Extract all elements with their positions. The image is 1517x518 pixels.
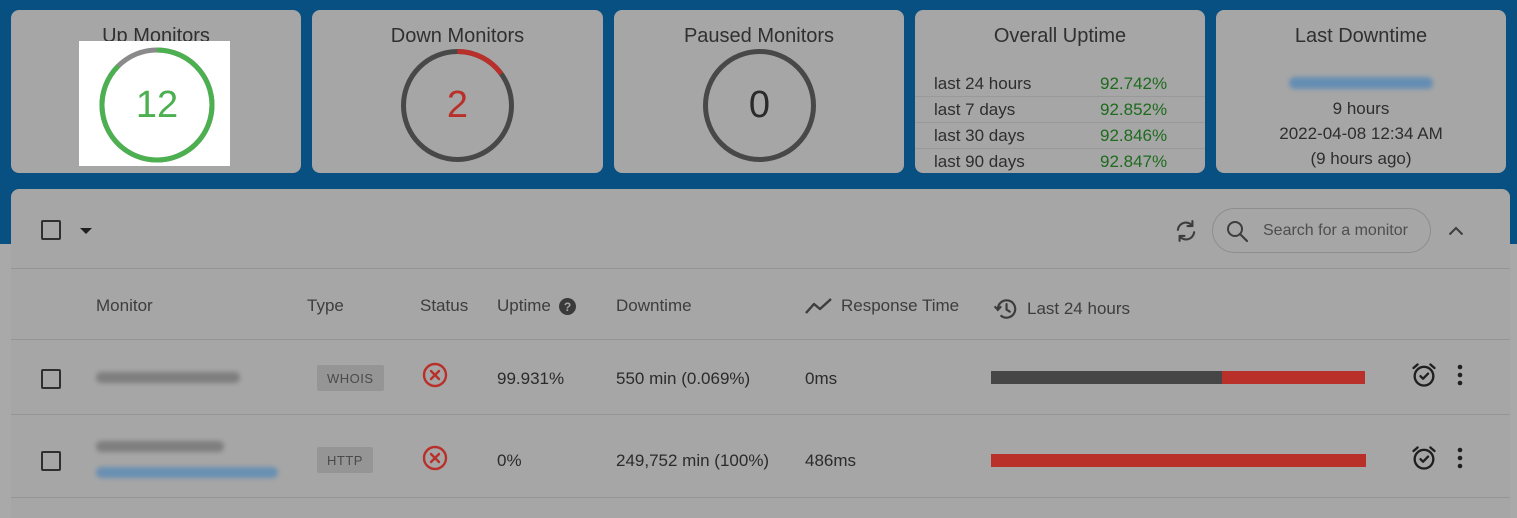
down-monitors-gauge: 2 (400, 48, 515, 163)
uptime-period-label: last 30 days (934, 125, 1025, 145)
uptime-period-label: last 7 days (934, 99, 1016, 119)
caret-down-icon[interactable] (79, 227, 93, 235)
row-checkbox[interactable] (41, 369, 61, 389)
downtime-value: 249,752 min (100%) (616, 451, 770, 470)
uptime-row: last 7 days 92.852% (915, 97, 1205, 123)
more-options-icon[interactable] (1456, 447, 1464, 469)
up-monitors-count: 12 (135, 84, 179, 126)
chevron-up-icon[interactable] (1448, 226, 1464, 236)
column-header-monitor[interactable]: Monitor (96, 296, 153, 316)
last-downtime-title: Last Downtime (1294, 25, 1428, 47)
uptime-value: 99.931% (497, 369, 565, 388)
column-header-status[interactable]: Status (420, 296, 468, 316)
column-header-response-time[interactable]: Response Time (805, 296, 959, 316)
uptime-period-value: 92.846% (1100, 125, 1168, 145)
more-options-icon[interactable] (1456, 364, 1464, 386)
trend-line-icon (805, 298, 832, 314)
uptime-period-value: 92.742% (1100, 73, 1168, 93)
monitor-type-badge: WHOIS (317, 365, 384, 391)
overall-uptime-title: Overall Uptime (993, 25, 1127, 47)
monitor-type-badge: HTTP (317, 447, 373, 473)
divider (11, 414, 1510, 415)
column-header-downtime[interactable]: Downtime (616, 296, 692, 316)
uptime-table: last 24 hours 92.742% last 7 days 92.852… (915, 71, 1205, 175)
history-icon (993, 299, 1017, 319)
header-label: Type (307, 296, 344, 315)
monitor-name-redacted[interactable] (96, 441, 224, 452)
select-all-checkbox[interactable] (41, 220, 61, 240)
search-placeholder: Search for a monitor (1263, 221, 1408, 239)
divider (11, 497, 1510, 498)
monitor-name-redacted[interactable] (96, 372, 240, 383)
column-header-uptime[interactable]: Uptime ? (497, 296, 576, 316)
last-downtime-monitor-link[interactable] (1289, 77, 1433, 89)
last-24h-down-segment (991, 454, 1366, 467)
uptime-row: last 30 days 92.846% (915, 123, 1205, 149)
header-label: Uptime (497, 296, 551, 315)
svg-text:?: ? (564, 300, 571, 314)
refresh-icon[interactable] (1172, 217, 1200, 245)
search-icon (1227, 221, 1249, 243)
paused-monitors-title: Paused Monitors (683, 25, 835, 47)
response-time-value: 0ms (805, 369, 838, 388)
last-downtime-card: Last Downtime 9 hours 2022-04-08 12:34 A… (1216, 10, 1506, 173)
up-monitors-gauge: 12 (79, 41, 230, 166)
uptime-row: last 90 days 92.847% (915, 149, 1205, 175)
last-downtime-datetime: 2022-04-08 12:34 AM (1279, 124, 1443, 143)
header-label: Downtime (616, 296, 692, 315)
overall-uptime-card: Overall Uptime last 24 hours 92.742% las… (915, 10, 1205, 173)
down-monitors-count: 2 (446, 84, 469, 126)
last-24h-down-segment (1222, 371, 1365, 384)
column-header-last-24-hours[interactable]: Last 24 hours (993, 296, 1130, 322)
header-label: Response Time (841, 296, 960, 315)
downtime-value: 550 min (0.069%) (616, 369, 751, 388)
uptime-period-value: 92.847% (1100, 152, 1168, 171)
alarm-clock-icon[interactable] (1410, 361, 1438, 389)
divider (11, 339, 1510, 340)
last-downtime-duration: 9 hours (1332, 99, 1390, 118)
header-label: Last 24 hours (1027, 299, 1131, 318)
uptime-value: 0% (497, 451, 522, 470)
status-down-icon (422, 445, 448, 471)
type-label: HTTP (327, 452, 363, 468)
uptime-period-label: last 24 hours (934, 73, 1032, 93)
header-label: Status (420, 296, 469, 315)
help-icon[interactable]: ? (558, 297, 576, 315)
monitor-url-redacted[interactable] (96, 467, 278, 478)
column-header-type[interactable]: Type (307, 296, 344, 316)
type-label: WHOIS (327, 370, 374, 386)
response-time-value: 486ms (805, 451, 857, 470)
last-24h-grey-segment (991, 371, 1222, 384)
alarm-clock-icon[interactable] (1410, 444, 1438, 472)
down-monitors-card[interactable]: Down Monitors 2 (312, 10, 603, 173)
header-label: Monitor (96, 296, 153, 315)
uptime-period-value: 92.852% (1100, 99, 1168, 119)
uptime-row: last 24 hours 92.742% (915, 71, 1205, 97)
paused-monitors-gauge: 0 (702, 48, 817, 163)
paused-monitors-count: 0 (748, 84, 771, 126)
row-checkbox[interactable] (41, 451, 61, 471)
paused-monitors-card[interactable]: Paused Monitors 0 (614, 10, 904, 173)
down-monitors-title: Down Monitors (390, 25, 525, 47)
last-downtime-ago: (9 hours ago) (1310, 149, 1412, 168)
divider (11, 268, 1510, 269)
uptime-period-label: last 90 days (934, 152, 1025, 171)
status-down-icon (422, 362, 448, 388)
